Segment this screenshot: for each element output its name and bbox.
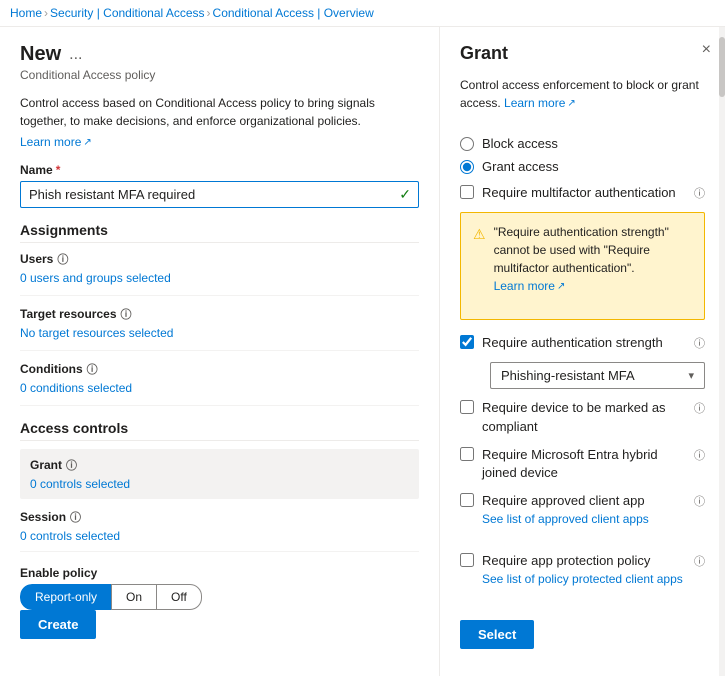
mfa-info-icon[interactable]: ⓘ (694, 185, 705, 201)
users-assignment: Users ⓘ 0 users and groups selected (20, 251, 419, 296)
auth-strength-dropdown-value: Phishing-resistant MFA (501, 368, 635, 383)
warning-learn-more[interactable]: Learn more ↗ (494, 277, 566, 295)
approved-app-checkbox[interactable] (460, 493, 474, 507)
page-subtitle: Conditional Access policy (20, 68, 419, 82)
learn-more-link[interactable]: Learn more ↗ (20, 135, 92, 149)
policy-toggle-group[interactable]: Report-only On Off (20, 584, 419, 610)
auth-strength-dropdown[interactable]: Phishing-resistant MFA ▾ (490, 362, 705, 389)
name-input[interactable] (20, 181, 419, 208)
app-protection-label: Require app protection policy (482, 553, 650, 568)
auth-strength-info-icon[interactable]: ⓘ (694, 335, 705, 351)
session-link[interactable]: 0 controls selected (20, 529, 120, 543)
session-label: Session (20, 510, 66, 524)
app-protection-info-icon[interactable]: ⓘ (694, 553, 705, 569)
conditions-info-icon[interactable]: ⓘ (87, 361, 98, 377)
description-text: Control access based on Conditional Acce… (20, 94, 419, 130)
create-button[interactable]: Create (20, 610, 96, 639)
conditions-assignment: Conditions ⓘ 0 conditions selected (20, 361, 419, 406)
grant-ext-icon: ↗ (567, 96, 575, 111)
device-compliant-checkbox[interactable] (460, 400, 474, 414)
grant-label: Grant (30, 458, 62, 472)
required-indicator: * (56, 163, 61, 177)
access-controls-title: Access controls (20, 420, 419, 441)
warning-text: "Require authentication strength" cannot… (494, 223, 692, 309)
block-access-label: Block access (482, 136, 558, 151)
panel-title: Grant (460, 43, 705, 64)
enable-policy-section: Enable policy Report-only On Off (20, 566, 419, 610)
toggle-report-only[interactable]: Report-only (20, 584, 111, 610)
conditions-link[interactable]: 0 conditions selected (20, 381, 132, 395)
enable-policy-label: Enable policy (20, 566, 419, 580)
block-access-radio[interactable] (460, 137, 474, 151)
device-compliant-label: Require device to be marked as compliant (482, 399, 688, 435)
block-access-option[interactable]: Block access (460, 136, 705, 151)
left-panel: New ... Conditional Access policy Contro… (0, 27, 440, 676)
approved-app-label: Require approved client app (482, 493, 645, 508)
breadcrumb-home[interactable]: Home (10, 6, 42, 20)
grant-section: Grant ⓘ 0 controls selected (20, 449, 419, 499)
external-link-icon: ↗ (83, 137, 91, 148)
app-protection-checkbox[interactable] (460, 553, 474, 567)
mfa-checkbox-item: Require multifactor authentication ⓘ (460, 184, 705, 202)
toggle-off[interactable]: Off (156, 584, 202, 610)
entra-hybrid-info-icon[interactable]: ⓘ (694, 447, 705, 463)
check-icon: ✓ (399, 186, 411, 203)
protection-policy-link[interactable]: See list of policy protected client apps (482, 571, 683, 588)
grant-access-radio[interactable] (460, 160, 474, 174)
grant-learn-more[interactable]: Learn more ↗ (504, 94, 576, 112)
breadcrumb-security[interactable]: Security | Conditional Access (50, 6, 205, 20)
panel-description: Control access enforcement to block or g… (460, 76, 705, 126)
approved-app-checkbox-item: Require approved client app See list of … (460, 492, 705, 542)
device-compliant-info-icon[interactable]: ⓘ (694, 400, 705, 416)
breadcrumb: Home › Security | Conditional Access › C… (0, 0, 725, 27)
auth-strength-label: Require authentication strength (482, 334, 688, 352)
approved-app-info-icon[interactable]: ⓘ (694, 493, 705, 509)
toggle-on[interactable]: On (111, 584, 156, 610)
mfa-checkbox[interactable] (460, 185, 474, 199)
right-panel: × Grant Control access enforcement to bl… (440, 27, 725, 676)
warning-icon: ⚠ (473, 224, 486, 309)
target-resources-assignment: Target resources ⓘ No target resources s… (20, 306, 419, 351)
close-button[interactable]: × (702, 41, 711, 59)
users-label: Users (20, 252, 53, 266)
approved-apps-link[interactable]: See list of approved client apps (482, 511, 649, 528)
users-info-icon[interactable]: ⓘ (57, 251, 68, 267)
target-resources-link[interactable]: No target resources selected (20, 326, 173, 340)
entra-hybrid-checkbox-item: Require Microsoft Entra hybrid joined de… (460, 446, 705, 482)
session-section: Session ⓘ 0 controls selected (20, 501, 419, 552)
auth-strength-checkbox[interactable] (460, 335, 474, 349)
select-button[interactable]: Select (460, 620, 534, 649)
device-compliant-checkbox-item: Require device to be marked as compliant… (460, 399, 705, 435)
more-options-icon[interactable]: ... (69, 46, 82, 64)
assignments-title: Assignments (20, 222, 419, 243)
grant-access-option[interactable]: Grant access (460, 159, 705, 174)
scrollbar-track (719, 27, 725, 676)
mfa-label: Require multifactor authentication (482, 184, 688, 202)
target-resources-label: Target resources (20, 307, 117, 321)
auth-strength-checkbox-item: Require authentication strength ⓘ (460, 334, 705, 352)
name-label: Name * (20, 163, 419, 177)
scrollbar-thumb[interactable] (719, 37, 725, 97)
warning-box: ⚠ "Require authentication strength" cann… (460, 212, 705, 320)
grant-access-label: Grant access (482, 159, 559, 174)
app-protection-checkbox-item: Require app protection policy See list o… (460, 552, 705, 602)
breadcrumb-overview[interactable]: Conditional Access | Overview (213, 6, 374, 20)
conditions-label: Conditions (20, 362, 83, 376)
entra-hybrid-label: Require Microsoft Entra hybrid joined de… (482, 446, 688, 482)
access-type-group: Block access Grant access (460, 136, 705, 174)
dropdown-arrow-icon: ▾ (688, 369, 694, 382)
entra-hybrid-checkbox[interactable] (460, 447, 474, 461)
session-info-icon[interactable]: ⓘ (70, 509, 81, 525)
target-info-icon[interactable]: ⓘ (121, 306, 132, 322)
page-title: New (20, 43, 61, 66)
grant-link[interactable]: 0 controls selected (30, 477, 130, 491)
users-link[interactable]: 0 users and groups selected (20, 271, 171, 285)
warning-ext-icon: ↗ (557, 279, 565, 294)
grant-info-icon[interactable]: ⓘ (66, 457, 77, 473)
